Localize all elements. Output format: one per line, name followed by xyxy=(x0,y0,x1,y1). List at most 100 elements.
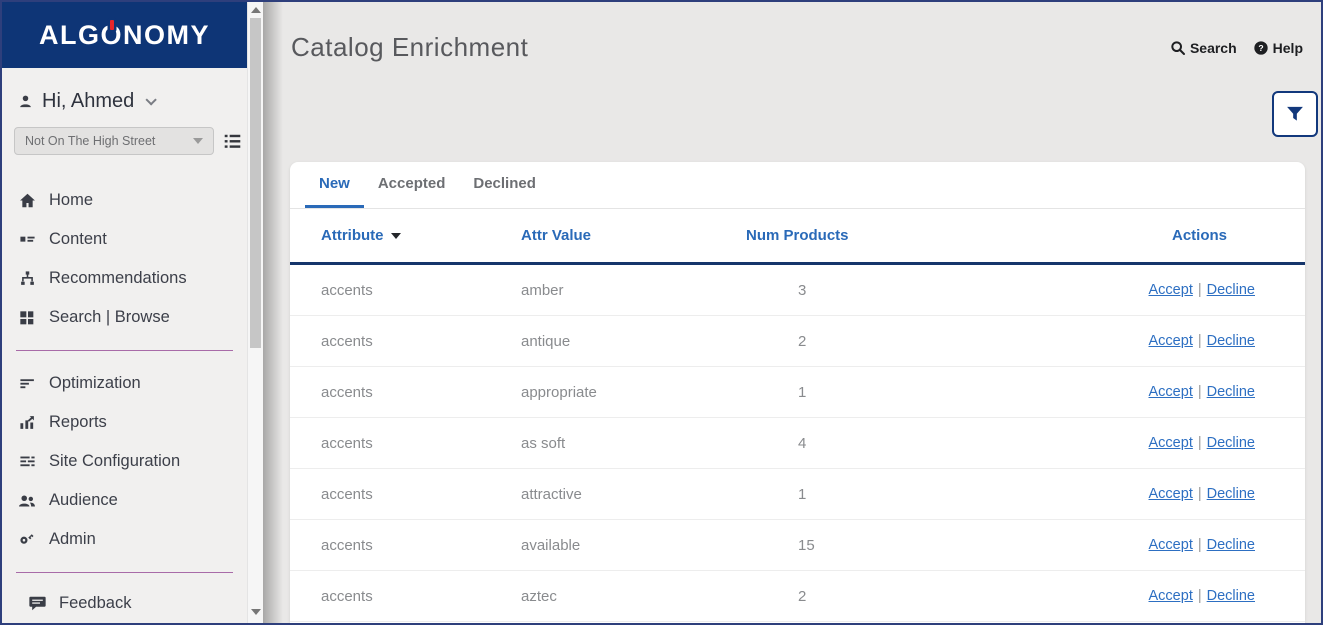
page-title: Catalog Enrichment xyxy=(291,32,529,62)
decline-link[interactable]: Decline xyxy=(1207,282,1255,298)
accept-link[interactable]: Accept xyxy=(1149,486,1193,502)
logo-text-pre: ALG xyxy=(38,19,101,50)
search-browse-icon xyxy=(18,310,36,326)
tab-accepted[interactable]: Accepted xyxy=(364,162,460,208)
help-icon: ? xyxy=(1253,40,1269,56)
content-icon xyxy=(18,231,36,248)
attr-value-cell: available xyxy=(521,536,581,554)
sidebar-item-site-configuration[interactable]: Site Configuration xyxy=(2,442,247,481)
attribute-cell: accents xyxy=(321,536,373,554)
action-separator: | xyxy=(1197,435,1202,451)
sidebar-item-recommendations[interactable]: Recommendations xyxy=(2,259,247,298)
sidebar-item-label: Content xyxy=(49,230,107,248)
sidebar-item-home[interactable]: Home xyxy=(2,181,247,220)
main-content: Catalog Enrichment Search ? Help New Acc… xyxy=(263,2,1321,623)
sidebar-item-optimization[interactable]: Optimization xyxy=(2,364,247,403)
num-products-cell: 1 xyxy=(798,383,807,401)
actions-cell: Accept | Decline xyxy=(991,588,1255,604)
accept-link[interactable]: Accept xyxy=(1149,384,1193,400)
user-menu[interactable]: Hi, Ahmed xyxy=(2,68,247,125)
search-icon xyxy=(1170,40,1186,56)
algonomy-logo: ALG O NOMY xyxy=(2,2,247,68)
decline-link[interactable]: Decline xyxy=(1207,435,1255,451)
site-list-icon[interactable] xyxy=(224,134,241,149)
decline-link[interactable]: Decline xyxy=(1207,537,1255,553)
sidebar-item-label: Admin xyxy=(49,530,96,548)
scroll-down-arrow-icon[interactable] xyxy=(251,609,261,615)
accept-link[interactable]: Accept xyxy=(1149,333,1193,349)
sidebar-scrollbar[interactable] xyxy=(247,2,263,623)
column-header-attribute[interactable]: Attribute xyxy=(321,227,521,244)
attribute-cell: accents xyxy=(321,434,373,452)
attr-value-cell: antique xyxy=(521,332,571,350)
site-configuration-icon xyxy=(18,453,36,470)
app-window: ALG O NOMY Hi, Ahmed Not On The High Stree… xyxy=(0,0,1323,625)
sidebar-item-label: Audience xyxy=(49,491,118,509)
action-separator: | xyxy=(1197,486,1202,502)
site-selector[interactable]: Not On The High Street xyxy=(14,127,214,155)
tab-new[interactable]: New xyxy=(305,162,364,208)
sidebar-item-label: Home xyxy=(49,191,94,209)
column-header-actions: Actions xyxy=(1171,227,1227,244)
sidebar-item-feedback[interactable]: Feedback xyxy=(2,586,247,620)
admin-icon xyxy=(18,531,36,548)
column-header-num-products: Num Products xyxy=(746,227,849,244)
sidebar-item-label: Recommendations xyxy=(49,269,187,287)
catalog-table-card: New Accepted Declined Attribute Attr Val… xyxy=(290,162,1305,623)
table-row: accents appropriate 1 Accept | Decline xyxy=(290,367,1305,418)
feedback-icon xyxy=(28,596,46,611)
num-products-cell: 1 xyxy=(798,485,807,503)
help-label: Help xyxy=(1272,40,1303,56)
decline-link[interactable]: Decline xyxy=(1207,588,1255,604)
sidebar-item-label: Feedback xyxy=(59,593,132,612)
accept-link[interactable]: Accept xyxy=(1149,282,1193,298)
actions-cell: Accept | Decline xyxy=(991,333,1255,349)
sidebar-divider xyxy=(16,350,233,351)
attribute-cell: accents xyxy=(321,485,373,503)
actions-cell: Accept | Decline xyxy=(991,435,1255,451)
greeting-text: Hi, Ahmed xyxy=(42,90,135,112)
sidebar-item-label: Optimization xyxy=(49,374,141,392)
sidebar-item-label: Search | Browse xyxy=(49,308,170,326)
sidebar-item-audience[interactable]: Audience xyxy=(2,481,247,520)
table-row: accents attractive 1 Accept | Decline xyxy=(290,469,1305,520)
accept-link[interactable]: Accept xyxy=(1149,588,1193,604)
action-separator: | xyxy=(1197,384,1202,400)
help-button[interactable]: ? Help xyxy=(1253,40,1303,56)
reports-icon xyxy=(18,414,36,431)
attribute-cell: accents xyxy=(321,281,373,299)
attr-value-cell: aztec xyxy=(521,587,557,605)
tab-bar: New Accepted Declined xyxy=(290,162,1305,209)
table-header-row: Attribute Attr Value Num Products Action… xyxy=(290,209,1305,265)
attr-value-cell: amber xyxy=(521,281,564,299)
num-products-cell: 4 xyxy=(798,434,807,452)
sidebar-item-label: Reports xyxy=(49,413,107,431)
sidebar-nav: Home Content Recommendations Search | Br… xyxy=(2,181,247,620)
decline-link[interactable]: Decline xyxy=(1207,384,1255,400)
accept-link[interactable]: Accept xyxy=(1149,435,1193,451)
decline-link[interactable]: Decline xyxy=(1207,486,1255,502)
attr-value-cell: appropriate xyxy=(521,383,597,401)
sidebar: ALG O NOMY Hi, Ahmed Not On The High Stree… xyxy=(2,2,247,623)
tab-declined[interactable]: Declined xyxy=(459,162,550,208)
sidebar-item-reports[interactable]: Reports xyxy=(2,403,247,442)
search-label: Search xyxy=(1189,40,1237,56)
num-products-cell: 2 xyxy=(798,332,807,350)
logo-text-post: NOMY xyxy=(123,19,210,50)
sidebar-item-content[interactable]: Content xyxy=(2,220,247,259)
search-button[interactable]: Search xyxy=(1170,40,1237,56)
filter-button[interactable] xyxy=(1272,91,1318,137)
sidebar-scrollbar-thumb[interactable] xyxy=(250,18,261,348)
num-products-cell: 15 xyxy=(798,536,815,554)
table-row: accents amber 3 Accept | Decline xyxy=(290,265,1305,316)
decline-link[interactable]: Decline xyxy=(1207,333,1255,349)
recommendations-icon xyxy=(18,270,36,287)
accept-link[interactable]: Accept xyxy=(1149,537,1193,553)
sort-caret-icon xyxy=(390,232,401,239)
attribute-cell: accents xyxy=(321,383,373,401)
optimization-icon xyxy=(18,375,36,392)
scroll-up-arrow-icon[interactable] xyxy=(251,7,261,13)
actions-cell: Accept | Decline xyxy=(991,384,1255,400)
sidebar-item-admin[interactable]: Admin xyxy=(2,520,247,559)
sidebar-item-search-browse[interactable]: Search | Browse xyxy=(2,298,247,337)
